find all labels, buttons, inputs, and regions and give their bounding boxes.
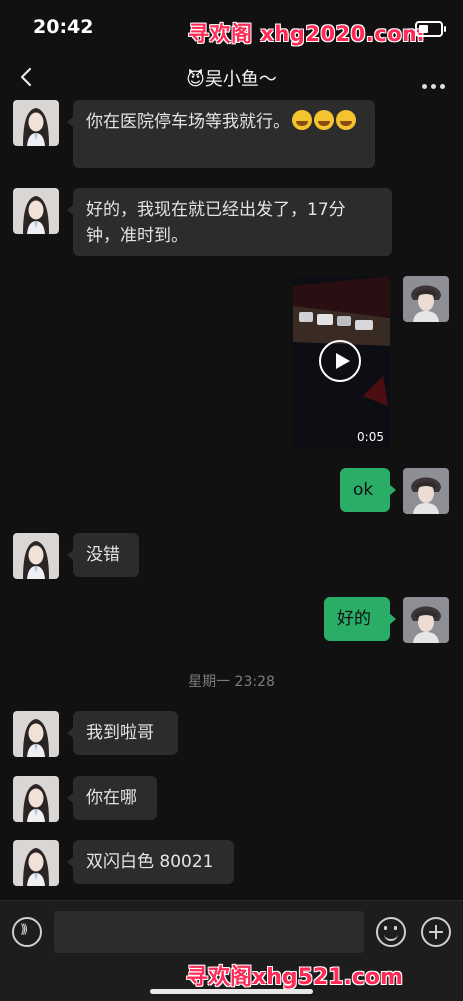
home-indicator[interactable]	[150, 989, 313, 994]
laugh-emoji-icon	[336, 110, 356, 130]
message-bubble-self[interactable]: ok	[340, 468, 396, 512]
message-bubble-self[interactable]: 好的	[324, 597, 396, 641]
top-watermark: 寻欢阁 xhg2020.com	[188, 22, 425, 46]
message-bubble[interactable]: 双闪白色 80021	[67, 840, 234, 884]
message-text: 我到啦哥	[86, 723, 154, 743]
laugh-emoji-icon	[314, 110, 334, 130]
voice-icon[interactable]	[12, 917, 42, 947]
bottom-watermark: 寻欢阁xhg521.com	[186, 965, 403, 990]
battery-icon	[415, 21, 446, 37]
laugh-emoji-icon	[292, 110, 312, 130]
input-bar: 寻欢阁xhg521.com	[0, 900, 463, 1001]
contact-avatar[interactable]	[13, 100, 59, 146]
message-list[interactable]: 你在医院停车场等我就行。 好的，我现在就已经出发了，17分钟，准时到。 0:05…	[0, 100, 463, 900]
message-text: 双闪白色 80021	[86, 852, 214, 872]
video-message[interactable]: 0:05	[293, 276, 390, 448]
message-bubble[interactable]: 好的，我现在就已经出发了，17分钟，准时到。	[67, 188, 392, 256]
message-input[interactable]	[54, 911, 364, 953]
message-bubble[interactable]: 我到啦哥	[67, 711, 178, 755]
emoji-icon[interactable]	[376, 917, 406, 947]
my-avatar[interactable]	[403, 597, 449, 643]
my-avatar[interactable]	[403, 276, 449, 322]
my-avatar[interactable]	[403, 468, 449, 514]
message-bubble[interactable]: 你在哪	[67, 776, 157, 820]
contact-avatar[interactable]	[13, 711, 59, 757]
nav-bar: 😈吴小鱼～	[0, 56, 463, 100]
contact-avatar[interactable]	[13, 188, 59, 234]
message-text: 你在医院停车场等我就行。	[86, 112, 290, 132]
message-text: 没错	[86, 545, 120, 565]
status-bar: 20:42 寻欢阁 xhg2020.com	[0, 0, 463, 56]
clock: 20:42	[33, 16, 94, 38]
message-bubble[interactable]: 没错	[67, 533, 139, 577]
video-duration: 0:05	[357, 430, 384, 444]
message-text: 你在哪	[86, 788, 137, 808]
message-text: 好的，我现在就已经出发了，17分钟，准时到。	[86, 200, 346, 246]
more-icon[interactable]	[418, 74, 445, 93]
chat-title: 😈吴小鱼～	[186, 69, 277, 90]
plus-icon[interactable]	[421, 917, 451, 947]
contact-avatar[interactable]	[13, 840, 59, 886]
contact-avatar[interactable]	[13, 776, 59, 822]
contact-avatar[interactable]	[13, 533, 59, 579]
message-timestamp: 星期一 23:28	[188, 674, 275, 690]
message-text: 好的	[337, 609, 371, 629]
message-text: ok	[353, 480, 374, 500]
message-bubble[interactable]: 你在医院停车场等我就行。	[67, 100, 375, 168]
play-icon[interactable]	[319, 340, 361, 382]
